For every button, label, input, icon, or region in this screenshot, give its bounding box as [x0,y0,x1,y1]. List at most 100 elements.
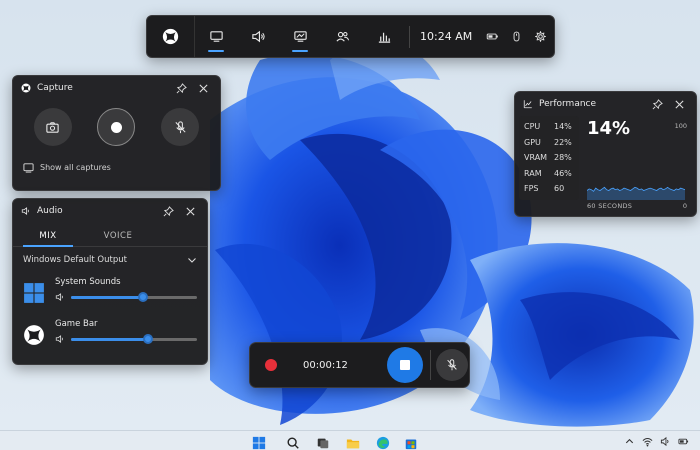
pin-button[interactable] [648,95,666,113]
volume-fill [71,337,148,341]
audio-header: Audio [13,199,207,223]
camera-icon [46,121,60,133]
audio-title: Audio [37,206,63,216]
speaker-icon [251,30,265,43]
mix-item-system-sounds: System Sounds [13,273,207,315]
volume-thumb[interactable] [137,292,148,302]
close-button[interactable] [181,202,199,220]
performance-monitor-icon [293,31,307,42]
capture-widget-button[interactable] [195,16,237,57]
mix-item-game-bar: Game Bar [13,315,207,357]
close-icon [674,99,684,109]
mic-toggle-button[interactable] [161,108,200,146]
xbox-logo-button[interactable] [147,16,195,57]
monitor-capture-icon [209,31,223,42]
output-device-value: Windows Default Output [23,255,127,265]
edge-browser-icon[interactable] [376,436,390,450]
search-icon[interactable] [286,436,300,450]
stat-ram[interactable]: RAM 46% [524,166,574,182]
performance-title: Performance [539,99,597,109]
battery-icon[interactable] [678,436,689,447]
social-widget-button[interactable] [321,16,363,57]
volume-icon[interactable] [660,436,671,447]
audio-widget-button[interactable] [237,16,279,57]
capture-widget: Capture Show all captures [12,75,221,191]
volume-fill [71,295,143,299]
pin-icon [652,98,663,109]
capture-header: Capture [13,76,220,100]
app-name: Game Bar [55,319,98,329]
bar-chart-icon [378,32,390,43]
stat-fps[interactable]: FPS 60 [524,181,574,197]
volume-slider[interactable] [71,334,197,344]
mouse-indicator[interactable] [504,16,528,57]
performance-widget: Performance CPU 14% GPU 22% VRAM 28% RAM 46%… [514,91,697,217]
game-bar-toolbar: 10:24 AM [146,15,555,58]
close-icon [185,206,195,216]
recording-controls: 00:00:12 [249,342,470,388]
cpu-history-graph [587,186,685,200]
stop-recording-button[interactable] [387,347,423,383]
output-device-dropdown[interactable]: Windows Default Output [13,247,207,273]
store-icon[interactable] [404,436,418,450]
windows-taskbar [0,430,700,450]
performance-widget-button[interactable] [279,16,321,57]
screenshot-button[interactable] [33,108,72,146]
settings-button[interactable] [528,16,552,57]
graph-x-label: 60 SECONDS [587,202,633,210]
stop-icon [400,360,410,370]
audio-tabs: MIX VOICE [13,225,207,247]
recording-divider [430,350,431,380]
stat-gpu[interactable]: GPU 22% [524,135,574,151]
pin-icon [176,82,187,93]
xbox-icon [24,325,44,345]
stat-vram[interactable]: VRAM 28% [524,150,574,166]
xbox-icon [21,83,31,93]
xbox-icon [162,28,179,45]
start-menu-icon[interactable] [252,436,266,450]
graph-x-end: 0 [682,202,687,210]
recording-elapsed-time: 00:00:12 [303,359,348,371]
windows-logo-icon [24,283,44,303]
capture-title: Capture [37,83,73,93]
pin-button[interactable] [159,202,177,220]
mic-off-icon [175,120,186,133]
wifi-icon[interactable] [642,436,653,447]
close-button[interactable] [194,79,212,97]
show-all-captures-label: Show all captures [40,163,111,172]
close-icon [198,83,208,93]
performance-stats-list: CPU 14% GPU 22% VRAM 28% RAM 46% FPS 60 [519,116,579,200]
tab-mix[interactable]: MIX [13,225,83,247]
task-view-icon[interactable] [316,436,330,450]
chevron-up-icon[interactable] [624,436,635,447]
show-all-captures-link[interactable]: Show all captures [23,162,220,173]
volume-thumb[interactable] [142,334,153,344]
pin-icon [163,205,174,216]
mic-toggle-button[interactable] [436,349,468,381]
resources-widget-button[interactable] [363,16,405,57]
record-dot-icon [110,121,122,133]
battery-icon [486,33,498,40]
volume-icon[interactable] [55,334,65,344]
audio-widget: Audio MIX VOICE Windows Default Output S… [12,198,208,365]
volume-icon[interactable] [55,292,65,302]
close-button[interactable] [670,95,688,113]
battery-indicator [480,16,504,57]
file-explorer-icon[interactable] [346,436,360,450]
mic-off-icon [447,359,457,371]
performance-header: Performance [515,92,696,116]
stat-cpu[interactable]: CPU 14% [524,119,574,135]
volume-slider[interactable] [71,292,197,302]
toolbar-divider [409,25,410,48]
record-button[interactable] [97,108,136,146]
chevron-down-icon [188,258,196,263]
people-icon [335,31,349,42]
graph-y-max: 100 [674,122,687,130]
pin-button[interactable] [172,79,190,97]
gear-icon [534,31,546,42]
app-name: System Sounds [55,277,121,287]
recording-indicator-dot [265,359,277,371]
gallery-icon [23,163,34,173]
speaker-icon [21,207,29,215]
tab-voice[interactable]: VOICE [83,225,153,246]
